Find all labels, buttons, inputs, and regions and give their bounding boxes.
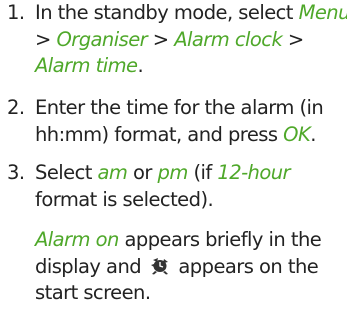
text-run: > <box>35 27 57 51</box>
pm-term: pm <box>157 161 189 184</box>
text-run: appears on the <box>172 254 319 278</box>
step-line: Enter the time for the alarm (in <box>35 95 345 122</box>
step-text: Enter the time for the alarm (in hh:mm) … <box>35 95 345 148</box>
text-run: hh:mm) format, and press <box>35 122 284 146</box>
step-line: In the standby mode, select Menu <box>35 0 347 27</box>
12-hour-term: 12-hour <box>217 161 291 184</box>
text-run: display and <box>35 254 147 278</box>
text-run: . <box>137 54 144 77</box>
alarm-clock-icon <box>150 257 168 274</box>
organiser-term: Organiser <box>56 27 148 51</box>
step-number: 2. <box>7 96 25 119</box>
step-text: Select am or pm (if 12-hour format is se… <box>35 160 345 213</box>
text-run: (if <box>187 161 218 184</box>
result-note: Alarm on appears briefly in the display … <box>35 227 345 307</box>
note-line: Alarm on appears briefly in the <box>35 227 345 254</box>
am-term: am <box>97 161 128 184</box>
text-run: > <box>282 27 304 51</box>
step-number: 3. <box>7 161 25 184</box>
text-run: format is selected). <box>35 187 214 211</box>
text-run: Select <box>35 161 98 184</box>
step-line: > Organiser > Alarm clock > <box>35 27 345 54</box>
text-run: . <box>310 122 316 146</box>
ok-term: OK <box>283 122 311 146</box>
text-run: appears briefly in the <box>118 228 322 251</box>
menu-term: Menu <box>298 1 347 24</box>
text-run: or <box>127 161 158 184</box>
step-line: hh:mm) format, and press OK. <box>35 122 345 149</box>
step-line: format is selected). <box>35 187 345 214</box>
note-line: start screen. <box>35 280 345 307</box>
text-run: start screen. <box>35 281 151 304</box>
step-line: Alarm time. <box>35 53 345 80</box>
text-run: Enter the time for the alarm (in <box>35 96 324 119</box>
text-run: > <box>147 27 175 51</box>
step-text: In the standby mode, select Menu > Organ… <box>35 0 347 80</box>
alarm-clock-term: Alarm clock <box>174 27 283 51</box>
step-line: Select am or pm (if 12-hour <box>35 160 345 187</box>
alarm-time-term: Alarm time <box>35 54 138 77</box>
text-run: In the standby mode, select <box>35 1 299 24</box>
step-number: 1. <box>7 1 25 24</box>
note-line: display and appears on the <box>35 254 345 281</box>
alarm-on-term: Alarm on <box>35 228 119 251</box>
